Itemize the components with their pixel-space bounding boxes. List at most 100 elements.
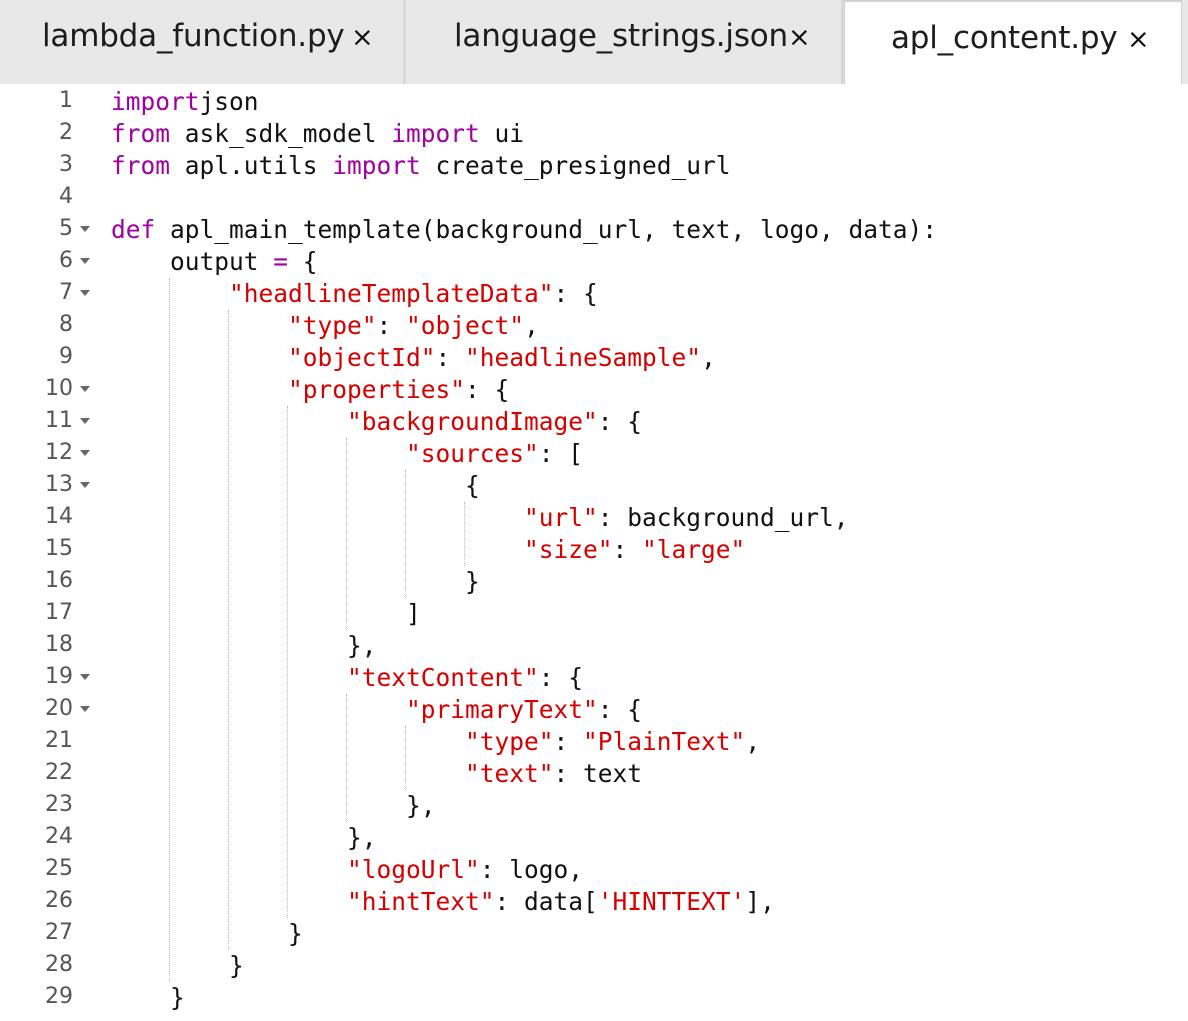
tab-lambda-function[interactable]: lambda_function.py × xyxy=(0,0,406,84)
fold-arrow-icon[interactable] xyxy=(80,418,90,424)
line-number: 24 xyxy=(45,824,73,849)
code-line[interactable]: 19 "textContent": { xyxy=(0,662,1188,694)
code-text: "headlineTemplateData": { xyxy=(111,278,598,310)
code-token: }, xyxy=(111,631,377,660)
code-line[interactable]: 3 from apl.utils import create_presigned_… xyxy=(0,150,1188,182)
fold-arrow-icon[interactable] xyxy=(80,226,90,232)
tab-bar: lambda_function.py × language_strings.js… xyxy=(0,0,1188,86)
code-text: "hintText": data['HINTTEXT'], xyxy=(111,886,775,918)
code-token: : xyxy=(435,343,466,372)
code-line[interactable]: 11 "backgroundImage": { xyxy=(0,406,1188,438)
code-text: } xyxy=(111,566,480,598)
code-text: ] xyxy=(111,598,421,630)
indent-guide xyxy=(405,470,406,598)
line-number: 14 xyxy=(45,504,73,529)
code-line[interactable]: 26 "hintText": data['HINTTEXT'], xyxy=(0,886,1188,918)
keyword-token: import xyxy=(111,87,200,116)
string-token: "type" xyxy=(465,727,554,756)
close-icon[interactable]: × xyxy=(351,24,374,51)
line-number: 8 xyxy=(59,312,73,337)
code-text: "type": "object", xyxy=(111,310,539,342)
indent-guide xyxy=(169,278,170,982)
indent-guide xyxy=(228,310,229,950)
code-editor[interactable]: 1 importjson 2 from ask_sdk_model import ui… xyxy=(0,84,1188,1021)
code-line[interactable]: 15 "size": "large" xyxy=(0,534,1188,566)
code-line[interactable]: 21 "type": "PlainText", xyxy=(0,726,1188,758)
line-number: 3 xyxy=(59,152,73,177)
line-number: 5 xyxy=(59,216,73,241)
code-line[interactable]: 20 "primaryText": { xyxy=(0,694,1188,726)
code-line[interactable]: 10 "properties": { xyxy=(0,374,1188,406)
indent-guide xyxy=(287,406,288,918)
code-text: "logoUrl": logo, xyxy=(111,854,583,886)
code-token: , xyxy=(524,311,539,340)
tab-apl-content[interactable]: apl_content.py × xyxy=(844,0,1182,86)
fold-arrow-icon[interactable] xyxy=(80,706,90,712)
close-icon[interactable]: × xyxy=(1127,26,1150,53)
keyword-token: from xyxy=(111,119,171,148)
code-line[interactable]: 8 "type": "object", xyxy=(0,310,1188,342)
code-line[interactable]: 24 }, xyxy=(0,822,1188,854)
code-line[interactable]: 1 importjson xyxy=(0,86,1188,118)
string-token: "size" xyxy=(524,535,613,564)
tab-label: apl_content.py xyxy=(891,20,1118,56)
code-token: }, xyxy=(111,823,377,852)
code-line[interactable]: 22 "text": text xyxy=(0,758,1188,790)
string-token: "headlineSample" xyxy=(465,343,702,372)
line-number: 28 xyxy=(45,952,73,977)
code-line[interactable]: 23 }, xyxy=(0,790,1188,822)
fold-arrow-icon[interactable] xyxy=(80,674,90,680)
line-number: 27 xyxy=(45,920,73,945)
line-number: 23 xyxy=(45,792,73,817)
code-line[interactable]: 28 } xyxy=(0,950,1188,982)
code-line[interactable]: 25 "logoUrl": logo, xyxy=(0,854,1188,886)
fold-arrow-icon[interactable] xyxy=(80,386,90,392)
code-text: "primaryText": { xyxy=(111,694,642,726)
string-token: "objectId" xyxy=(288,343,436,372)
tab-language-strings[interactable]: language_strings.json × xyxy=(406,0,844,84)
code-text: }, xyxy=(111,822,377,854)
line-number: 10 xyxy=(45,376,73,401)
code-text: "text": text xyxy=(111,758,642,790)
fold-arrow-icon[interactable] xyxy=(80,450,90,456)
code-token: ask_sdk_model xyxy=(170,119,392,148)
fold-arrow-icon[interactable] xyxy=(80,482,90,488)
code-line[interactable]: 6 output = { xyxy=(0,246,1188,278)
fold-arrow-icon[interactable] xyxy=(80,290,90,296)
code-line[interactable]: 13 { xyxy=(0,470,1188,502)
code-line[interactable]: 17 ] xyxy=(0,598,1188,630)
code-token: : xyxy=(612,535,643,564)
code-line[interactable]: 16 } xyxy=(0,566,1188,598)
code-token: }, xyxy=(111,791,436,820)
code-text: "sources": [ xyxy=(111,438,583,470)
line-number: 4 xyxy=(59,184,73,209)
code-token: output xyxy=(111,247,274,276)
code-line[interactable]: 27 } xyxy=(0,918,1188,950)
code-line[interactable]: 7 "headlineTemplateData": { xyxy=(0,278,1188,310)
fold-arrow-icon[interactable] xyxy=(80,258,90,264)
code-text: "backgroundImage": { xyxy=(111,406,642,438)
code-token: { xyxy=(111,471,480,500)
code-line[interactable]: 29 } xyxy=(0,982,1188,1014)
code-line[interactable]: 14 "url": background_url, xyxy=(0,502,1188,534)
code-text: { xyxy=(111,470,480,502)
close-icon[interactable]: × xyxy=(788,24,811,51)
string-token: "primaryText" xyxy=(406,695,598,724)
code-token: } xyxy=(111,951,244,980)
code-token: ], xyxy=(745,887,775,916)
code-line[interactable]: 9 "objectId": "headlineSample", xyxy=(0,342,1188,374)
string-token: "large" xyxy=(642,535,746,564)
code-line[interactable]: 18 }, xyxy=(0,630,1188,662)
code-line[interactable]: 2 from ask_sdk_model import ui xyxy=(0,118,1188,150)
code-line[interactable]: 12 "sources": [ xyxy=(0,438,1188,470)
code-line[interactable]: 5 def apl_main_template(background_url, t… xyxy=(0,214,1188,246)
code-line[interactable]: 4 xyxy=(0,182,1188,214)
string-token: "sources" xyxy=(406,439,539,468)
